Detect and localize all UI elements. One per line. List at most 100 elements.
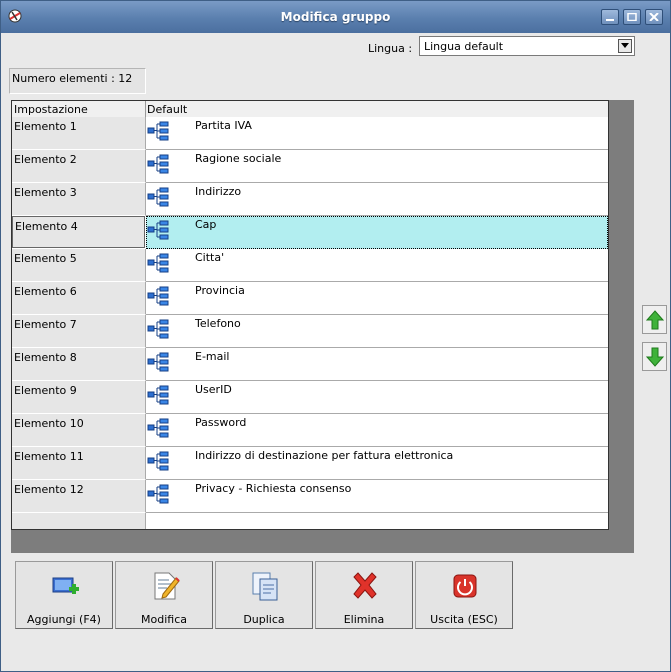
grid-row[interactable]: Elemento 1 Partita IVA	[12, 117, 608, 150]
setting-cell[interactable]: Elemento 11	[12, 447, 146, 480]
default-value: Partita IVA	[195, 119, 252, 132]
element-count: Numero elementi : 12	[12, 72, 133, 85]
default-value: Indirizzo	[195, 185, 242, 198]
default-value: Telefono	[195, 317, 241, 330]
setting-label: Elemento 5	[14, 252, 77, 265]
setting-cell[interactable]: Elemento 2	[12, 150, 146, 183]
grid-row[interactable]: Elemento 2 Ragione sociale	[12, 150, 608, 183]
default-cell[interactable]: E-mail	[146, 348, 608, 381]
default-cell[interactable]: Indirizzo di destinazione per fattura el…	[146, 447, 608, 480]
hierarchy-icon	[147, 385, 169, 405]
default-value: Ragione sociale	[195, 152, 282, 165]
default-cell[interactable]: Citta'	[146, 249, 608, 282]
column-header-default[interactable]: Default	[147, 103, 187, 116]
dialog-window: Modifica gruppo Lingua : Lingua default …	[0, 0, 671, 672]
grid-row[interactable]: Elemento 11 Indirizzo di destinazione per…	[12, 447, 608, 480]
setting-cell[interactable]: Elemento 10	[12, 414, 146, 447]
setting-label: Elemento 8	[14, 351, 77, 364]
default-cell[interactable]: Cap	[146, 216, 608, 249]
setting-label: Elemento 6	[14, 285, 77, 298]
move-down-button[interactable]	[642, 342, 667, 371]
add-button-label: Aggiungi (F4)	[27, 613, 101, 626]
maximize-button[interactable]	[623, 9, 641, 25]
default-cell[interactable]: Ragione sociale	[146, 150, 608, 183]
exit-button-label: Uscita (ESC)	[430, 613, 498, 626]
setting-cell[interactable]: Elemento 7	[12, 315, 146, 348]
minimize-button[interactable]	[601, 9, 619, 25]
default-cell[interactable]: Indirizzo	[146, 183, 608, 216]
setting-cell[interactable]: Elemento 3	[12, 183, 146, 216]
hierarchy-icon	[147, 187, 169, 207]
grid-row[interactable]: Elemento 9 UserID	[12, 381, 608, 414]
setting-cell[interactable]: Elemento 6	[12, 282, 146, 315]
default-value: Citta'	[195, 251, 225, 264]
duplicate-button[interactable]: Duplica	[215, 561, 313, 629]
language-value: Lingua default	[424, 40, 504, 53]
setting-cell[interactable]: Elemento 4	[12, 216, 145, 248]
exit-button[interactable]: Uscita (ESC)	[415, 561, 513, 629]
setting-label: Elemento 2	[14, 153, 77, 166]
grid-row[interactable]: Elemento 12 Privacy - Richiesta consenso	[12, 480, 608, 513]
hierarchy-icon	[147, 484, 169, 504]
window-title: Modifica gruppo	[280, 10, 391, 24]
grid-row[interactable]: Elemento 5 Citta'	[12, 249, 608, 282]
column-header-setting[interactable]: Impostazione	[14, 103, 88, 116]
grid-row[interactable]: Elemento 3 Indirizzo	[12, 183, 608, 216]
edit-button-label: Modifica	[141, 613, 187, 626]
chevron-down-icon	[621, 43, 629, 48]
hierarchy-icon	[147, 286, 169, 306]
setting-cell[interactable]: Elemento 9	[12, 381, 146, 414]
grid-empty-row	[12, 513, 608, 529]
edit-button[interactable]: Modifica	[115, 561, 213, 629]
grid-row[interactable]: Elemento 4 Cap	[12, 216, 608, 249]
hierarchy-icon	[147, 121, 169, 141]
default-value: Privacy - Richiesta consenso	[195, 482, 352, 495]
default-cell[interactable]: Telefono	[146, 315, 608, 348]
grid-header: Impostazione Default	[12, 101, 608, 118]
default-value: E-mail	[195, 350, 230, 363]
delete-button-label: Elimina	[343, 613, 385, 626]
default-cell[interactable]: Password	[146, 414, 608, 447]
default-cell[interactable]: Privacy - Richiesta consenso	[146, 480, 608, 513]
delete-button[interactable]: Elimina	[315, 561, 413, 629]
dropdown-button[interactable]	[618, 39, 632, 53]
default-value: Cap	[195, 218, 217, 231]
arrow-down-icon	[646, 347, 664, 367]
grid-row[interactable]: Elemento 8 E-mail	[12, 348, 608, 381]
close-icon	[649, 13, 659, 21]
grid-rows: Elemento 1 Partita IVA Elemento 2 Ragione s…	[12, 117, 608, 529]
setting-cell[interactable]: Elemento 8	[12, 348, 146, 381]
hierarchy-icon	[147, 220, 169, 240]
setting-cell[interactable]: Elemento 12	[12, 480, 146, 513]
hierarchy-icon	[147, 319, 169, 339]
add-icon	[52, 577, 79, 594]
edit-icon	[154, 572, 180, 600]
close-button[interactable]	[645, 9, 663, 25]
move-up-button[interactable]	[642, 305, 667, 334]
setting-label: Elemento 11	[14, 450, 84, 463]
elements-grid[interactable]: Impostazione Default Elemento 1 Partita I…	[11, 100, 609, 530]
duplicate-icon	[252, 572, 278, 601]
setting-cell[interactable]: Elemento 1	[12, 117, 146, 150]
hierarchy-icon	[147, 418, 169, 438]
setting-label: Elemento 9	[14, 384, 77, 397]
default-cell[interactable]: Partita IVA	[146, 117, 608, 150]
grid-row[interactable]: Elemento 10 Password	[12, 414, 608, 447]
grid-row[interactable]: Elemento 6 Provincia	[12, 282, 608, 315]
grid-row[interactable]: Elemento 7 Telefono	[12, 315, 608, 348]
default-cell[interactable]: UserID	[146, 381, 608, 414]
language-label: Lingua :	[368, 42, 413, 55]
title-bar[interactable]: Modifica gruppo	[1, 1, 670, 33]
maximize-icon	[627, 13, 637, 21]
language-dropdown[interactable]: Lingua default	[419, 36, 635, 56]
hierarchy-icon	[147, 253, 169, 273]
default-cell[interactable]: Provincia	[146, 282, 608, 315]
setting-cell[interactable]: Elemento 5	[12, 249, 146, 282]
default-value: Password	[195, 416, 247, 429]
add-button[interactable]: Aggiungi (F4)	[15, 561, 113, 629]
hierarchy-icon	[147, 154, 169, 174]
arrow-up-icon	[646, 310, 664, 330]
hierarchy-icon	[147, 451, 169, 471]
delete-icon	[353, 572, 377, 599]
setting-label: Elemento 1	[14, 120, 77, 133]
